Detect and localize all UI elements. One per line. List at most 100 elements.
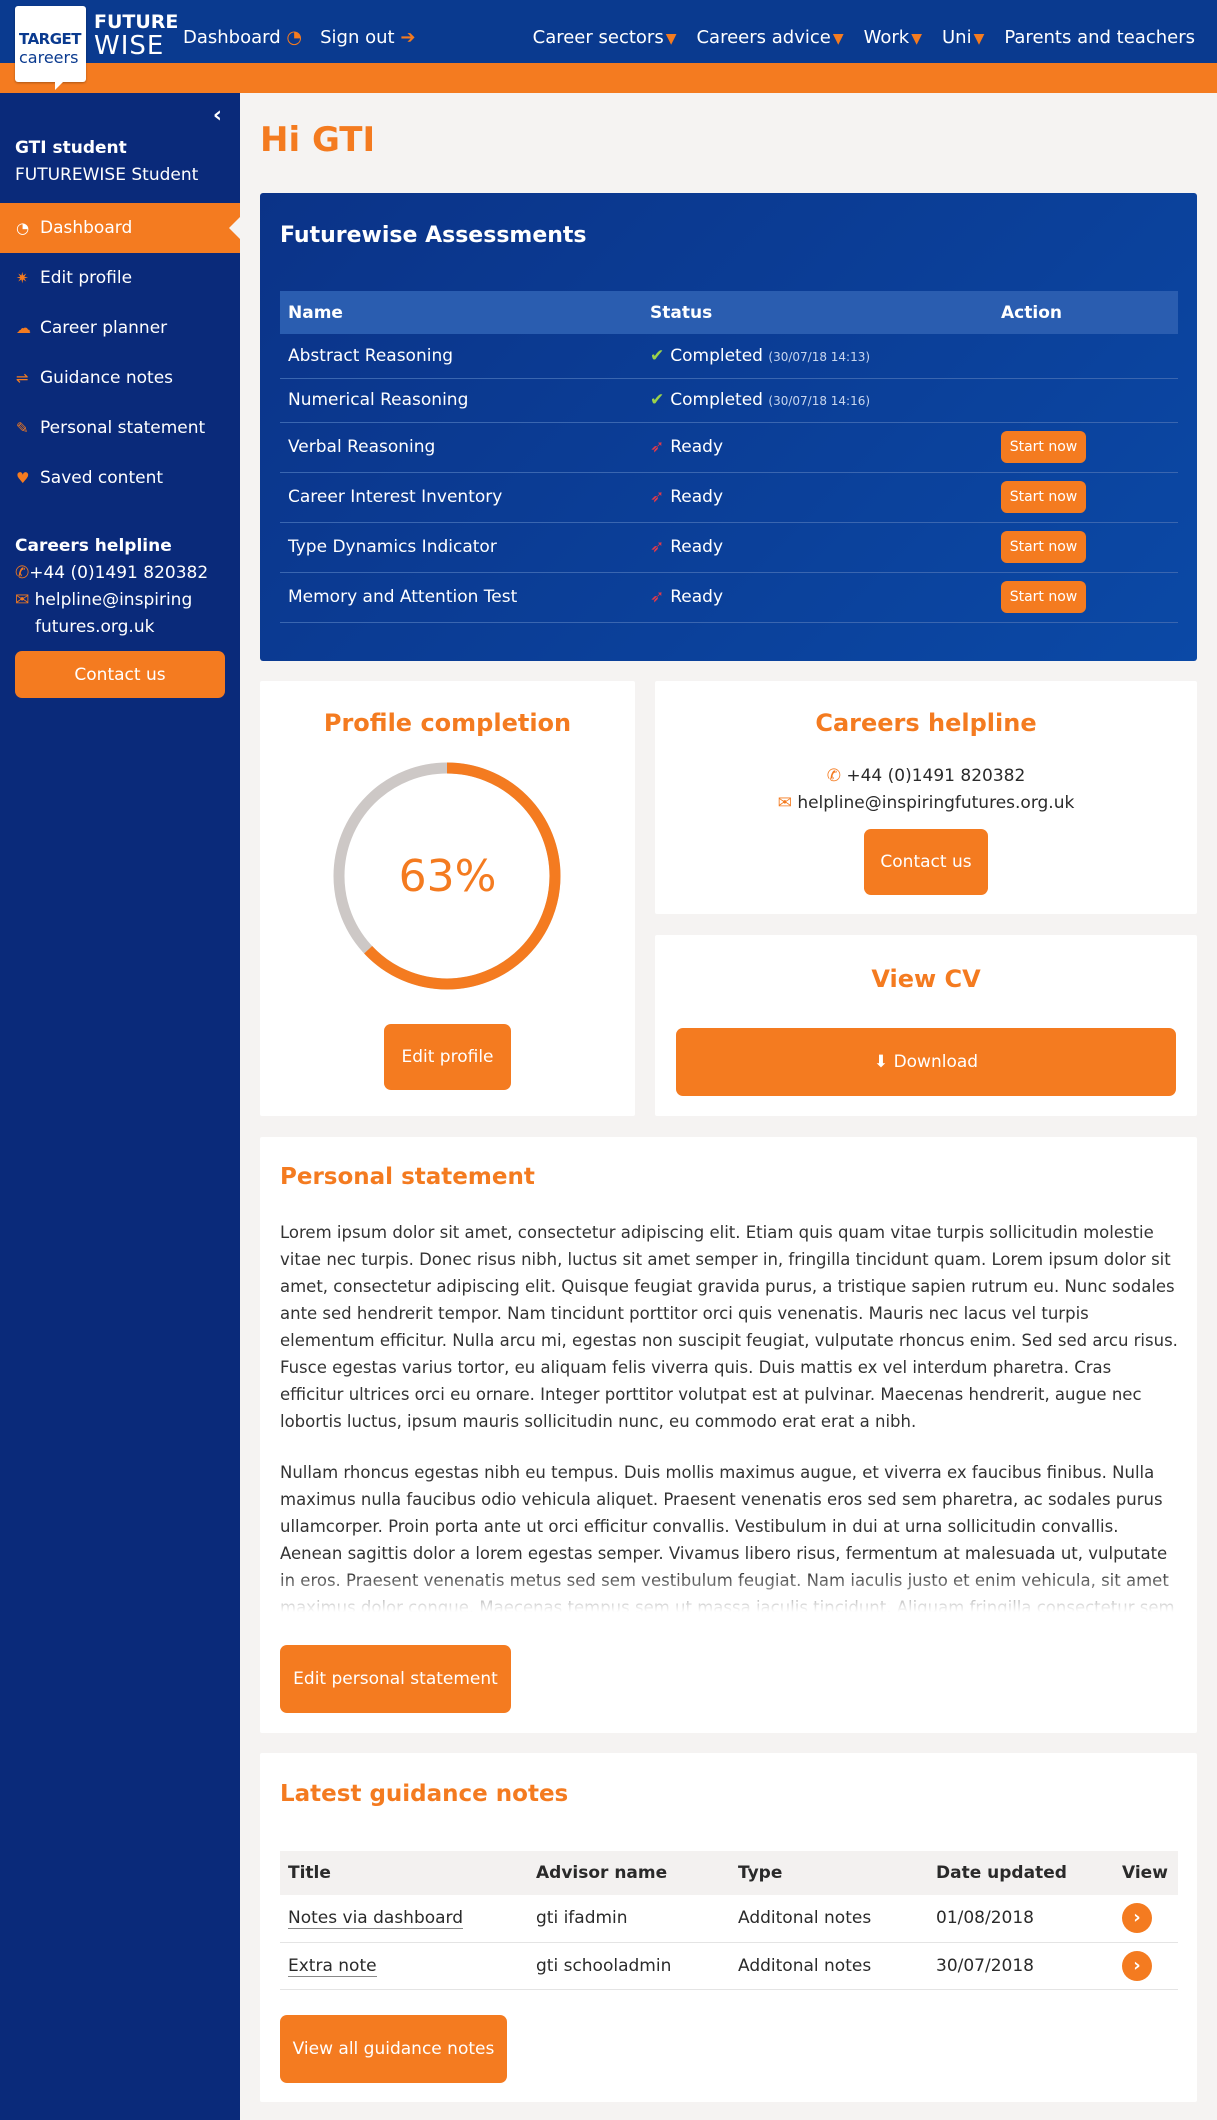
- check-icon: ✔: [650, 390, 665, 410]
- envelope-icon: ✉: [777, 793, 792, 813]
- helpline-card-title: Careers helpline: [815, 709, 1037, 737]
- pencil-icon: ✎: [16, 419, 29, 437]
- sidebar-contact-button[interactable]: Contact us: [15, 651, 225, 698]
- status-text: Completed: [670, 390, 763, 410]
- assessments-table: Name Status Action Abstract Reasoning ✔ C…: [280, 291, 1178, 623]
- chevron-right-icon[interactable]: ›: [1122, 1950, 1152, 1981]
- view-cell: ›: [1114, 1942, 1178, 1990]
- column-header: Advisor name: [528, 1851, 730, 1895]
- nav-parents-teachers-label: Parents and teachers: [1004, 27, 1195, 48]
- nav-uni-label: Uni: [941, 27, 972, 48]
- guidance-notes-card: Latest guidance notes Title Advisor name…: [260, 1753, 1197, 2102]
- nav-sign-out-label: Sign out: [320, 27, 395, 48]
- edit-profile-button[interactable]: Edit profile: [384, 1024, 511, 1090]
- view-all-guidance-notes-button[interactable]: View all guidance notes: [280, 2015, 507, 2083]
- dashboard-icon: ◔: [286, 27, 303, 48]
- target-careers-logo[interactable]: TARGET careers: [15, 6, 86, 90]
- nav-sign-out-link[interactable]: Sign out ➔: [320, 27, 415, 48]
- assessment-status: ➶ Ready: [642, 472, 993, 523]
- brand-line-2: WISE: [94, 31, 165, 61]
- nav-career-sectors-label: Career sectors: [532, 27, 664, 48]
- sidebar-item-guidance-notes[interactable]: ⇌ Guidance notes: [0, 353, 240, 403]
- chevron-right-icon[interactable]: ›: [1122, 1903, 1152, 1934]
- download-icon: ⬇: [873, 1052, 889, 1072]
- sidebar-item-career-planner[interactable]: ☁ Career planner: [0, 303, 240, 353]
- assessment-action: Start now: [993, 422, 1178, 473]
- sidebar-item-label: Personal statement: [40, 418, 206, 438]
- chevron-down-icon: ▼: [665, 31, 677, 47]
- personal-statement-card: Personal statement Lorem ipsum dolor sit…: [260, 1137, 1197, 1733]
- nav-work[interactable]: Work ▼: [864, 27, 922, 48]
- sidebar-item-dashboard[interactable]: ◔ Dashboard: [0, 203, 241, 253]
- start-now-button[interactable]: Start now: [1001, 431, 1086, 463]
- column-header: Action: [993, 291, 1178, 334]
- rocket-icon: ➶: [650, 537, 665, 557]
- assessments-panel: Futurewise Assessments Name Status Actio…: [260, 193, 1197, 661]
- download-label: Download: [893, 1052, 979, 1072]
- profile-percent: 63%: [398, 851, 497, 902]
- assessment-name: Type Dynamics Indicator: [280, 522, 642, 573]
- helpline-phone[interactable]: ✆+44 (0)1491 820382: [15, 560, 208, 587]
- assessment-action: [993, 378, 1178, 423]
- assessment-name: Numerical Reasoning: [280, 378, 642, 423]
- assessment-action: Start now: [993, 522, 1178, 573]
- date-updated: 30/07/2018: [928, 1942, 1114, 1990]
- table-row: Memory and Attention Test ➶ Ready Start n…: [280, 572, 1178, 623]
- table-row: Type Dynamics Indicator ➶ Ready Start now: [280, 522, 1178, 573]
- assessment-name: Verbal Reasoning: [280, 422, 642, 473]
- user-role: FUTUREWISE Student: [15, 165, 199, 185]
- download-cv-button[interactable]: ⬇ Download: [676, 1028, 1176, 1096]
- start-now-button[interactable]: Start now: [1001, 481, 1086, 513]
- assessment-name: Abstract Reasoning: [280, 334, 642, 379]
- date-updated: 01/08/2018: [928, 1895, 1114, 1943]
- helpline-card-email[interactable]: ✉ helpline@inspiringfutures.org.uk: [655, 793, 1197, 813]
- status-text: Ready: [670, 437, 724, 457]
- note-title-link[interactable]: Notes via dashboard: [288, 1908, 464, 1930]
- status-timestamp: (30/07/18 14:16): [768, 394, 871, 408]
- heart-icon: ♥: [16, 469, 30, 487]
- start-now-button[interactable]: Start now: [1001, 531, 1086, 563]
- contact-us-button[interactable]: Contact us: [864, 829, 988, 895]
- page-title: Hi GTI: [260, 120, 376, 160]
- status-text: Ready: [670, 487, 724, 507]
- nav-dashboard-link[interactable]: Dashboard ◔: [183, 27, 302, 48]
- rocket-icon: ➶: [650, 487, 665, 507]
- nav-career-sectors[interactable]: Career sectors ▼: [533, 27, 677, 48]
- table-row: Extra note gti schooladmin Additonal not…: [280, 1942, 1178, 1990]
- personal-statement-title: Personal statement: [280, 1164, 535, 1190]
- helpline-email[interactable]: ✉ helpline@inspiring: [15, 587, 208, 614]
- note-type: Additonal notes: [730, 1942, 928, 1990]
- logo-text-bottom: careers: [19, 48, 79, 67]
- helpline-card-phone[interactable]: ✆ +44 (0)1491 820382: [655, 766, 1197, 786]
- table-row: Career Interest Inventory ➶ Ready Start n…: [280, 472, 1178, 523]
- nav-careers-advice[interactable]: Careers advice ▼: [696, 27, 843, 48]
- top-nav-left: Dashboard ◔ Sign out ➔: [183, 27, 415, 48]
- collapse-sidebar-icon[interactable]: ‹: [213, 103, 222, 128]
- sidebar-item-edit-profile[interactable]: ✷ Edit profile: [0, 253, 240, 303]
- assessment-action: [993, 334, 1178, 379]
- nav-uni[interactable]: Uni ▼: [942, 27, 984, 48]
- rocket-icon: ➶: [650, 587, 665, 607]
- sidebar-item-personal-statement[interactable]: ✎ Personal statement: [0, 403, 240, 453]
- user-name: GTI student: [15, 138, 127, 158]
- sidebar-item-saved-content[interactable]: ♥ Saved content: [0, 453, 240, 503]
- view-cv-card: View CV ⬇ Download: [655, 935, 1197, 1116]
- assessments-title: Futurewise Assessments: [280, 223, 587, 248]
- profile-completion-card: Profile completion 63% Edit profile: [260, 681, 635, 1116]
- nav-dashboard-label: Dashboard: [183, 27, 281, 48]
- futurewise-brand[interactable]: FUTURE WISE: [94, 10, 178, 61]
- note-title-link[interactable]: Extra note: [288, 1955, 377, 1977]
- nav-parents-teachers[interactable]: Parents and teachers: [1004, 27, 1195, 48]
- email-text-1: helpline@inspiring: [34, 590, 193, 610]
- phone-text: +44 (0)1491 820382: [846, 766, 1026, 786]
- note-title-cell: Notes via dashboard: [280, 1895, 528, 1943]
- sidebar-item-label: Saved content: [40, 468, 164, 488]
- note-type: Additonal notes: [730, 1895, 928, 1943]
- edit-personal-statement-button[interactable]: Edit personal statement: [280, 1645, 511, 1713]
- start-now-button[interactable]: Start now: [1001, 581, 1086, 613]
- assessment-status: ➶ Ready: [642, 422, 993, 473]
- chevron-down-icon: ▼: [911, 31, 922, 47]
- rocket-icon: ➶: [650, 437, 665, 457]
- email-text-2[interactable]: futures.org.uk: [15, 614, 208, 641]
- logo-tail: [55, 80, 65, 90]
